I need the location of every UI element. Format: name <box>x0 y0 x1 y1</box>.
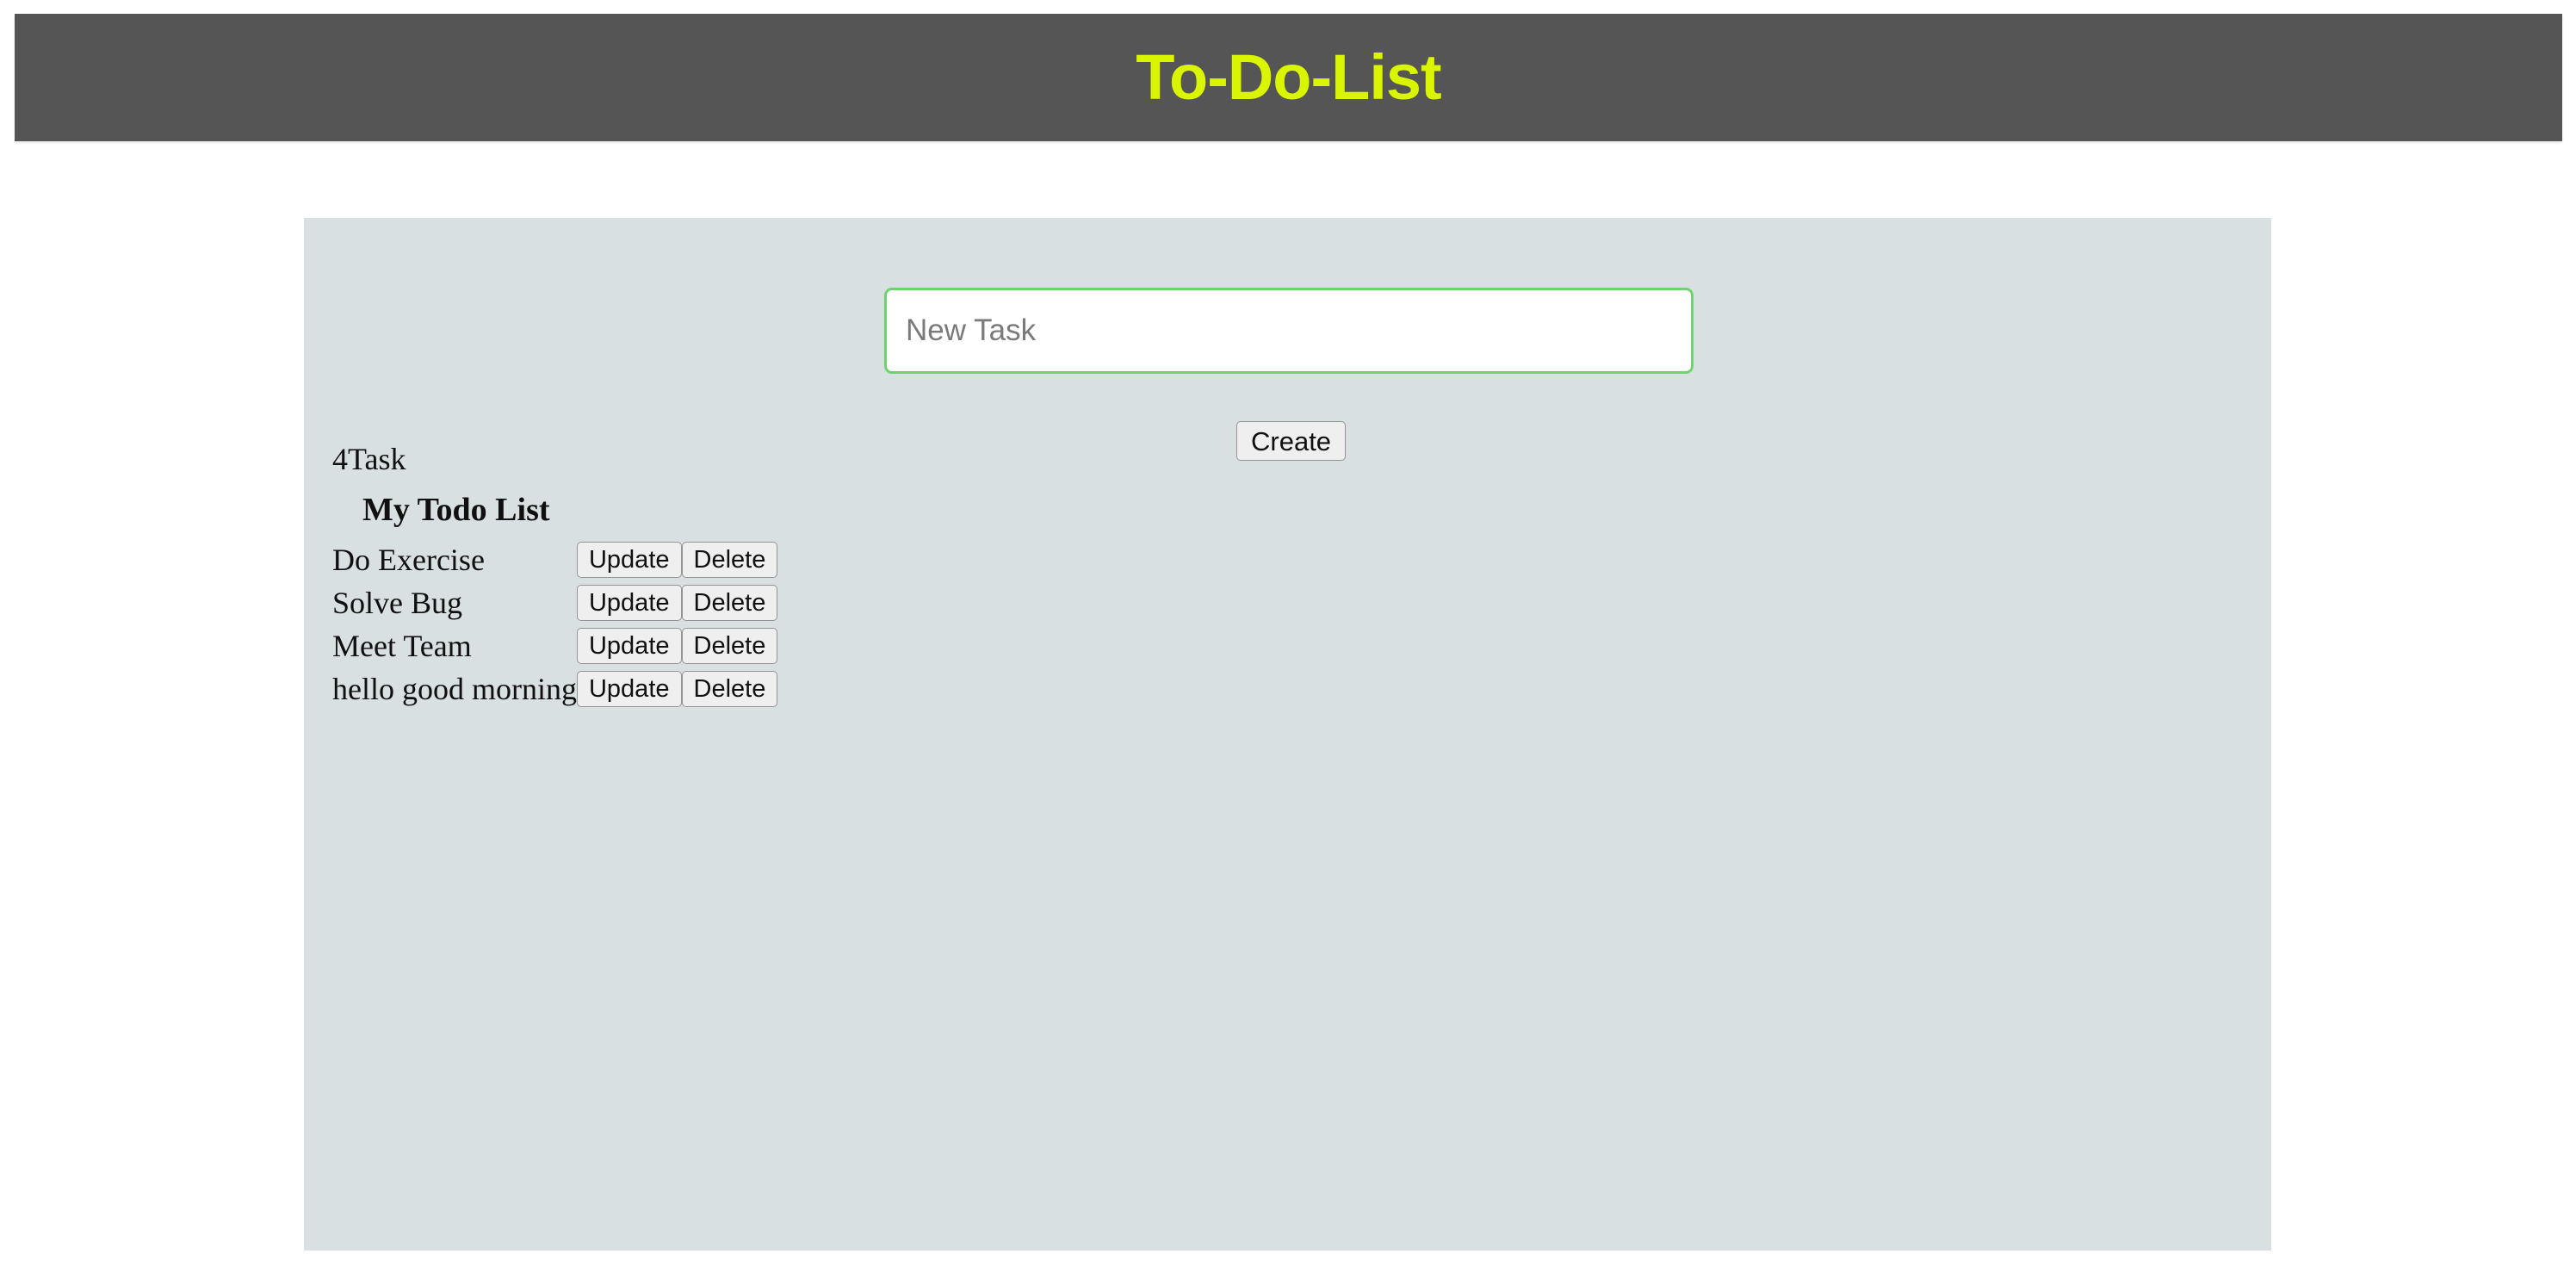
update-button[interactable]: Update <box>576 628 682 664</box>
delete-cell: Delete <box>681 538 778 581</box>
delete-button[interactable]: Delete <box>681 585 778 621</box>
task-name: hello good morning <box>332 672 577 706</box>
delete-button[interactable]: Delete <box>681 628 778 664</box>
delete-button[interactable]: Delete <box>681 671 778 707</box>
update-cell: Update <box>576 667 682 711</box>
todo-table: Do Exercise Update Delete Solve Bug Upda… <box>332 538 778 711</box>
update-button[interactable]: Update <box>576 542 682 578</box>
todo-list-heading: My Todo List <box>362 492 550 528</box>
page-root: To-Do-List Create 4Task My Todo List Do … <box>0 0 2576 1266</box>
task-count-label: 4Task <box>332 442 406 476</box>
update-cell: Update <box>576 581 682 624</box>
delete-button[interactable]: Delete <box>681 542 778 578</box>
main-panel: Create 4Task My Todo List Do Exercise Up… <box>304 218 2271 1250</box>
create-button[interactable]: Create <box>1236 421 1347 461</box>
update-button[interactable]: Update <box>576 671 682 707</box>
update-button[interactable]: Update <box>576 585 682 621</box>
delete-cell: Delete <box>681 667 778 711</box>
table-row: Do Exercise Update Delete <box>332 538 778 581</box>
page-title: To-Do-List <box>1136 41 1441 113</box>
table-row: hello good morning Update Delete <box>332 667 778 711</box>
todo-table-body: Do Exercise Update Delete Solve Bug Upda… <box>332 538 778 711</box>
update-cell: Update <box>576 624 682 667</box>
task-name: Meet Team <box>332 629 472 663</box>
app-header: To-Do-List <box>15 14 2562 141</box>
new-task-input[interactable] <box>884 288 1694 374</box>
delete-cell: Delete <box>681 581 778 624</box>
table-row: Solve Bug Update Delete <box>332 581 778 624</box>
update-cell: Update <box>576 538 682 581</box>
task-name: Do Exercise <box>332 543 485 577</box>
delete-cell: Delete <box>681 624 778 667</box>
table-row: Meet Team Update Delete <box>332 624 778 667</box>
task-name: Solve Bug <box>332 586 463 620</box>
todo-list-section: My Todo List Do Exercise Update Delete S… <box>332 492 778 711</box>
